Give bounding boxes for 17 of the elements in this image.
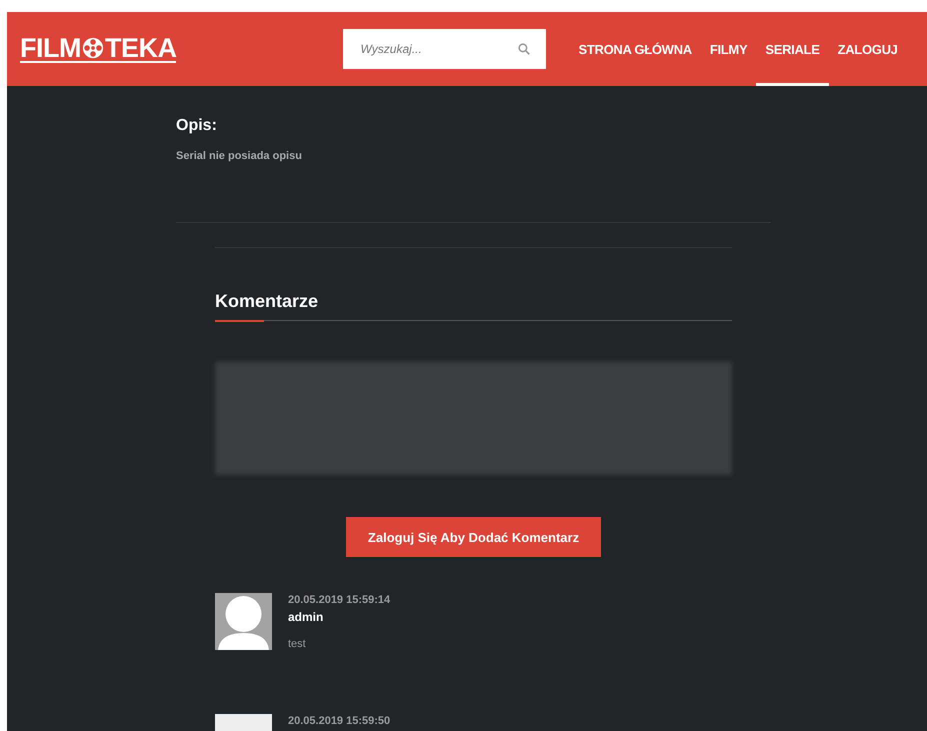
comment-timestamp: 20.05.2019 15:59:50 [288, 715, 390, 727]
nav-link[interactable]: FILMY [700, 12, 756, 86]
filmoteka-logo[interactable]: FILM TEKA [20, 35, 176, 63]
description-text: Serial nie posiada opisu [176, 150, 303, 162]
comment-text: test [288, 638, 307, 650]
comment-timestamp: 20.05.2019 15:59:14 [288, 594, 390, 606]
nav-link[interactable]: ZALOGUJ [828, 12, 907, 86]
comment-author: admin [288, 610, 324, 624]
film-reel-icon [82, 37, 104, 59]
nav-link[interactable]: SERIALE [756, 12, 829, 86]
description-title: Opis: [176, 117, 218, 135]
search-field[interactable]: Wyszukaj... [343, 29, 546, 69]
search-icon[interactable] [518, 43, 530, 55]
login-to-comment-button[interactable]: Zaloguj Się Aby Dodać Komentarz [346, 517, 602, 557]
nav-link[interactable]: STRONA GŁÓWNA [569, 12, 701, 86]
avatar-silhouette [215, 593, 272, 650]
comments-heading: Komentarze [215, 291, 320, 312]
